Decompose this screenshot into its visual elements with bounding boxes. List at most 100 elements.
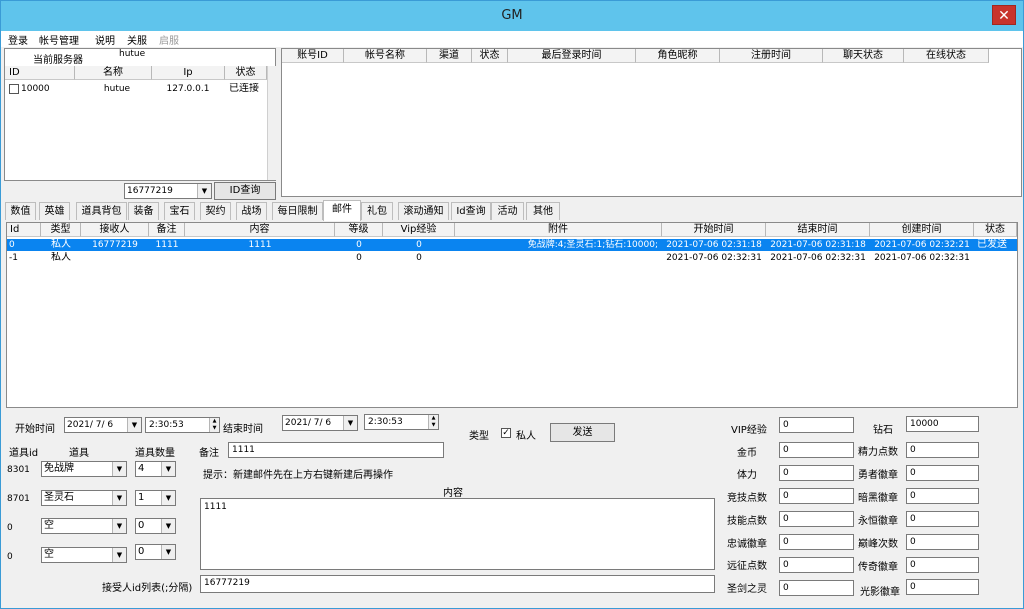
tab-other[interactable]: 其他 bbox=[526, 202, 560, 220]
chevron-down-icon[interactable]: ▼ bbox=[161, 462, 175, 476]
col-header[interactable]: 状态 bbox=[225, 66, 267, 80]
end-date-picker[interactable]: 2021/ 7/ 6 ▼ bbox=[282, 415, 358, 431]
menu-login[interactable]: 登录 bbox=[8, 32, 28, 47]
tab-item-bag[interactable]: 道具背包 bbox=[76, 202, 127, 220]
item-qty-select[interactable]: 4 ▼ bbox=[135, 461, 176, 477]
col-header[interactable]: 帐号名称 bbox=[344, 49, 427, 63]
gold-input[interactable]: 0 bbox=[779, 442, 854, 458]
vip-exp-input[interactable]: 0 bbox=[779, 417, 854, 433]
item-select[interactable]: 免战牌 ▼ bbox=[41, 461, 127, 477]
id-query-button[interactable]: ID查询 bbox=[214, 182, 276, 200]
col-header[interactable]: 状态 bbox=[974, 223, 1017, 237]
spin-arrows-icon[interactable]: ▲ ▼ bbox=[428, 415, 438, 429]
chevron-down-icon[interactable]: ▼ bbox=[161, 491, 175, 505]
eternal-badge-input[interactable]: 0 bbox=[906, 511, 979, 527]
tab-gems[interactable]: 宝石 bbox=[164, 202, 195, 220]
tab-heroes[interactable]: 英雄 bbox=[39, 202, 70, 220]
item-qty-select[interactable]: 0 ▼ bbox=[135, 544, 176, 560]
col-header[interactable]: 状态 bbox=[472, 49, 508, 63]
table-row[interactable]: -1 私人 0 0 2021-07-06 02:32:31 2021-07-06… bbox=[7, 252, 1017, 264]
holy-sword-input[interactable]: 0 bbox=[779, 580, 854, 596]
light-shadow-badge-input[interactable]: 0 bbox=[906, 579, 979, 595]
mail-status: 已发送 bbox=[977, 239, 1007, 250]
col-header[interactable]: 账号ID bbox=[282, 49, 344, 63]
chevron-down-icon[interactable]: ▼ bbox=[161, 545, 175, 559]
col-header[interactable]: 渠道 bbox=[427, 49, 472, 63]
item-select[interactable]: 空 ▼ bbox=[41, 547, 127, 563]
tab-activities[interactable]: 活动 bbox=[491, 202, 524, 220]
col-header[interactable]: Vip经验 bbox=[383, 223, 455, 237]
start-date-picker[interactable]: 2021/ 7/ 6 ▼ bbox=[64, 417, 142, 433]
col-header[interactable]: Ip bbox=[152, 66, 225, 80]
col-header[interactable]: 在线状态 bbox=[904, 49, 989, 63]
col-header[interactable]: 等级 bbox=[335, 223, 383, 237]
col-header[interactable]: 聊天状态 bbox=[823, 49, 904, 63]
legend-badge-input[interactable]: 0 bbox=[906, 557, 979, 573]
server-row[interactable]: 10000 hutue 127.0.0.1 已连接 bbox=[5, 82, 275, 96]
chevron-down-icon[interactable]: ▼ bbox=[343, 416, 357, 430]
private-checkbox[interactable]: ✓ bbox=[501, 428, 511, 438]
loyalty-badge-input[interactable]: 0 bbox=[779, 534, 854, 550]
diamond-input[interactable]: 10000 bbox=[906, 416, 979, 432]
dark-badge-input[interactable]: 0 bbox=[906, 488, 979, 504]
content-textarea[interactable]: 1111 bbox=[200, 498, 715, 570]
tab-daily-limit[interactable]: 每日限制 bbox=[272, 202, 323, 220]
skill-points-input[interactable]: 0 bbox=[779, 511, 854, 527]
tab-id-query[interactable]: Id查询 bbox=[451, 202, 491, 220]
start-time-label: 开始时间 bbox=[15, 424, 55, 435]
col-header[interactable]: 备注 bbox=[149, 223, 185, 237]
tab-mail[interactable]: 邮件 bbox=[323, 200, 361, 221]
tab-battlefield[interactable]: 战场 bbox=[236, 202, 267, 220]
chevron-down-icon[interactable]: ▼ bbox=[197, 184, 211, 198]
col-header[interactable]: 角色昵称 bbox=[636, 49, 720, 63]
col-header[interactable]: 接收人 bbox=[81, 223, 149, 237]
energy-points-input[interactable]: 0 bbox=[906, 442, 979, 458]
col-header[interactable]: 类型 bbox=[41, 223, 81, 237]
tab-contracts[interactable]: 契约 bbox=[200, 202, 231, 220]
col-header[interactable]: 名称 bbox=[75, 66, 152, 80]
send-button[interactable]: 发送 bbox=[550, 423, 615, 442]
col-header[interactable]: ID bbox=[5, 66, 75, 80]
expedition-points-input[interactable]: 0 bbox=[779, 557, 854, 573]
menu-help[interactable]: 说明 bbox=[95, 32, 115, 47]
stamina-input[interactable]: 0 bbox=[779, 465, 854, 481]
tab-values[interactable]: 数值 bbox=[5, 202, 36, 220]
col-header[interactable]: Id bbox=[7, 223, 41, 237]
col-header[interactable]: 注册时间 bbox=[720, 49, 823, 63]
end-date-value: 2021/ 7/ 6 bbox=[285, 418, 332, 428]
server-scrollbar[interactable] bbox=[267, 66, 276, 180]
tab-scroll-notice[interactable]: 滚动通知 bbox=[398, 202, 449, 220]
close-icon[interactable]: ✕ bbox=[992, 5, 1016, 25]
chevron-down-icon[interactable]: ▼ bbox=[127, 418, 141, 432]
end-time-input[interactable]: 2:30:53 ▲ ▼ bbox=[364, 414, 439, 430]
menu-shutdown-server[interactable]: 关服 bbox=[127, 32, 147, 47]
id-query-select[interactable]: 16777219 ▼ bbox=[124, 183, 212, 199]
arena-points-input[interactable]: 0 bbox=[779, 488, 854, 504]
col-header[interactable]: 内容 bbox=[185, 223, 335, 237]
tab-gift-pack[interactable]: 礼包 bbox=[361, 202, 393, 220]
col-header[interactable]: 附件 bbox=[455, 223, 662, 237]
col-header[interactable]: 创建时间 bbox=[870, 223, 974, 237]
col-header[interactable]: 开始时间 bbox=[662, 223, 766, 237]
receivers-input[interactable]: 16777219 bbox=[200, 575, 715, 593]
item-select[interactable]: 圣灵石 ▼ bbox=[41, 490, 127, 506]
spin-arrows-icon[interactable]: ▲ ▼ bbox=[209, 418, 219, 432]
item-select[interactable]: 空 ▼ bbox=[41, 518, 127, 534]
brave-badge-input[interactable]: 0 bbox=[906, 465, 979, 481]
chevron-down-icon[interactable]: ▼ bbox=[112, 491, 126, 505]
start-time-input[interactable]: 2:30:53 ▲ ▼ bbox=[145, 417, 220, 433]
col-header[interactable]: 结束时间 bbox=[766, 223, 870, 237]
peak-count-input[interactable]: 0 bbox=[906, 534, 979, 550]
col-header[interactable]: 最后登录时间 bbox=[508, 49, 636, 63]
item-qty-select[interactable]: 0 ▼ bbox=[135, 518, 176, 534]
chevron-down-icon[interactable]: ▼ bbox=[112, 462, 126, 476]
table-row[interactable]: 0 私人 16777219 1111 1111 0 0 免战牌:4;圣灵石:1;… bbox=[7, 239, 1017, 251]
menu-account-manage[interactable]: 帐号管理 bbox=[39, 32, 79, 47]
chevron-down-icon[interactable]: ▼ bbox=[161, 519, 175, 533]
chevron-down-icon[interactable]: ▼ bbox=[112, 519, 126, 533]
note-input[interactable]: 1111 bbox=[228, 442, 444, 458]
item-qty-select[interactable]: 1 ▼ bbox=[135, 490, 176, 506]
chevron-down-icon[interactable]: ▼ bbox=[112, 548, 126, 562]
server-row-checkbox[interactable] bbox=[9, 84, 19, 94]
tab-equipment[interactable]: 装备 bbox=[128, 202, 159, 220]
